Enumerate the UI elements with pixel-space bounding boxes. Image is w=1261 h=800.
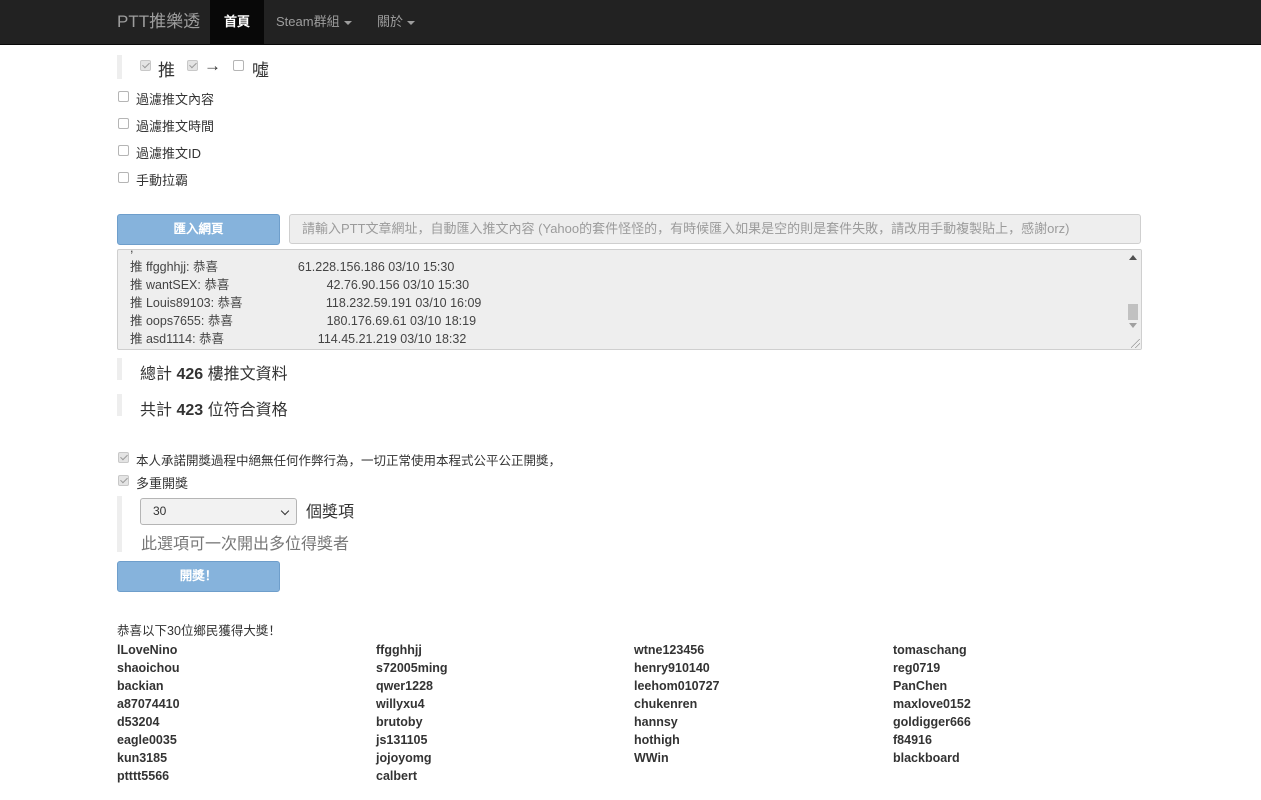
qualified-count: 423 — [176, 402, 204, 419]
navbar: PTT推樂透 首頁 Steam群組 關於 — [0, 0, 1261, 45]
comment-line: 推 oops7655: 恭喜 180.176.69.61 03/10 18:19 — [130, 314, 477, 328]
filter-time-checkbox[interactable] — [118, 118, 129, 129]
boo-label: 噓 — [252, 61, 269, 80]
comments-textarea[interactable]: , 推 ffgghhjj: 恭喜 61.228.156.186 03/10 15… — [117, 249, 1142, 350]
comment-line-partial: , — [130, 250, 137, 255]
total-stat-bar — [117, 358, 122, 380]
total-suffix: 樓推文資料 — [207, 366, 288, 383]
scroll-up-icon[interactable] — [1129, 255, 1137, 260]
nav-about[interactable]: 關於 — [363, 0, 429, 45]
filter-id-checkbox[interactable] — [118, 145, 129, 156]
qualified-stat: 共計 423 位符合資格 — [140, 396, 288, 420]
manual-slot-checkbox[interactable] — [118, 172, 129, 183]
push-label: 推 — [158, 61, 175, 80]
qualified-stat-bar — [117, 394, 122, 416]
comment-line: 推 Louis89103: 恭喜 118.232.59.191 03/10 16… — [130, 296, 482, 310]
textarea-scrollbar[interactable] — [1126, 250, 1141, 349]
nav-home[interactable]: 首頁 — [210, 0, 265, 45]
qualified-prefix: 共計 — [140, 402, 173, 419]
boo-checkbox[interactable] — [233, 60, 244, 71]
winner-name: qwer1228 — [376, 679, 433, 693]
multi-draw-label: 多重開獎 — [136, 476, 189, 491]
winner-name: PanChen — [893, 679, 948, 693]
comment-line: 推 ffgghhjj: 恭喜 61.228.156.186 03/10 15:3… — [130, 260, 455, 274]
winner-name: d53204 — [117, 715, 160, 729]
winners-heading: 恭喜以下30位鄉民獲得大獎！ — [117, 624, 281, 638]
winner-name: f84916 — [893, 733, 932, 747]
url-input[interactable]: 請輸入PTT文章網址，自動匯入推文內容 (Yahoo的套件怪怪的，有時候匯入如果… — [289, 214, 1141, 244]
total-prefix: 總計 — [140, 366, 173, 383]
winner-name: willyxu4 — [376, 697, 425, 711]
winner-name: s72005ming — [376, 661, 448, 675]
nav-home-label: 首頁 — [224, 14, 251, 29]
filter-content-label: 過濾推文內容 — [136, 92, 215, 107]
comment-line: 推 asd1114: 恭喜 114.45.21.219 03/10 18:32 — [130, 332, 467, 346]
winner-name: WWin — [634, 751, 669, 765]
winner-name: ptttt5566 — [117, 769, 170, 783]
winner-name: chukenren — [634, 697, 698, 711]
winner-name: hothigh — [634, 733, 680, 747]
winner-name: wtne123456 — [634, 643, 705, 657]
scroll-down-icon[interactable] — [1129, 323, 1137, 328]
import-page-button[interactable]: 匯入網頁 — [117, 214, 280, 245]
filter-content-checkbox[interactable] — [118, 91, 129, 102]
brand-logo[interactable]: PTT推樂透 — [117, 0, 200, 45]
push-type-bar — [117, 55, 122, 79]
winner-name: jojoyomg — [376, 751, 432, 765]
prize-count-bar — [117, 496, 122, 552]
prize-count-help: 此選項可一次開出多位得獎者 — [141, 536, 350, 553]
chevron-down-icon — [280, 506, 290, 516]
resize-handle-icon[interactable] — [1131, 339, 1140, 348]
pledge-label: 本人承諾開獎過程中絕無任何作弊行為，一切正常使用本程式公平公正開獎， — [136, 454, 562, 468]
manual-slot-label: 手動拉霸 — [136, 173, 189, 188]
total-stat: 總計 426 樓推文資料 — [140, 360, 288, 384]
arrow-label: → — [204, 56, 221, 75]
filter-id-label: 過濾推文ID — [136, 146, 202, 161]
winner-name: henry910140 — [634, 661, 710, 675]
winner-name: ffgghhjj — [376, 643, 422, 657]
push-checkbox[interactable] — [140, 60, 151, 71]
winner-name: shaoichou — [117, 661, 180, 675]
winner-name: blackboard — [893, 751, 960, 765]
pledge-checkbox[interactable] — [118, 452, 129, 463]
winner-name: hannsy — [634, 715, 678, 729]
winner-name: kun3185 — [117, 751, 168, 765]
nav-about-label: 關於 — [377, 14, 404, 29]
winner-name: js131105 — [376, 733, 428, 747]
draw-button[interactable]: 開獎！ — [117, 561, 280, 592]
comment-line: 推 wantSEX: 恭喜 42.76.90.156 03/10 15:30 — [130, 278, 470, 292]
arrow-checkbox[interactable] — [187, 60, 198, 71]
winner-name: goldigger666 — [893, 715, 971, 729]
caret-down-icon — [343, 20, 352, 25]
multi-draw-checkbox[interactable] — [118, 475, 129, 486]
prize-count-select[interactable]: 30 — [140, 498, 297, 525]
nav-steam-group[interactable]: Steam群組 — [262, 0, 366, 45]
prize-count-suffix: 個獎項 — [306, 504, 355, 521]
caret-down-icon — [407, 20, 416, 25]
winner-name: tomaschang — [893, 643, 967, 657]
qualified-suffix: 位符合資格 — [207, 402, 288, 419]
winner-name: lLoveNino — [117, 643, 178, 657]
winner-name: eagle0035 — [117, 733, 177, 747]
total-count: 426 — [176, 366, 204, 383]
filter-time-label: 過濾推文時間 — [136, 119, 215, 134]
winner-name: leehom010727 — [634, 679, 720, 693]
scroll-thumb[interactable] — [1128, 304, 1138, 320]
nav-steam-group-label: Steam群組 — [276, 14, 340, 29]
winner-name: reg0719 — [893, 661, 941, 675]
prize-count-value: 30 — [153, 504, 167, 518]
winner-name: calbert — [376, 769, 417, 783]
winner-name: a87074410 — [117, 697, 180, 711]
winner-name: maxlove0152 — [893, 697, 971, 711]
winner-name: brutoby — [376, 715, 423, 729]
winner-name: backian — [117, 679, 164, 693]
